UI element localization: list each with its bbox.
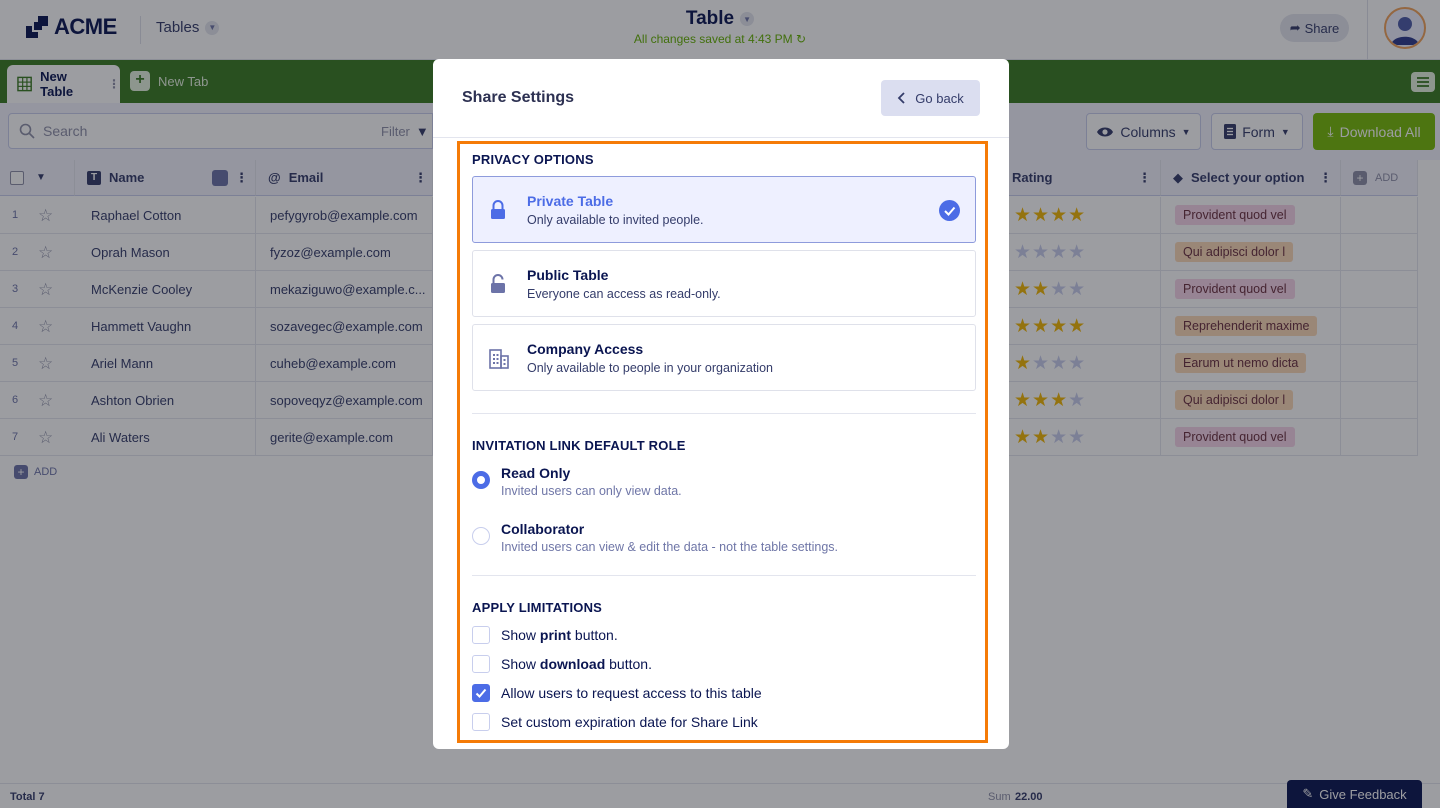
show-download-checkbox[interactable] xyxy=(472,655,490,673)
privacy-option-company-access[interactable]: Company Access Only available to people … xyxy=(472,324,976,391)
building-icon xyxy=(489,349,509,369)
section-divider xyxy=(472,575,976,576)
role-description: Invited users can view & edit the data -… xyxy=(501,540,838,554)
privacy-option-public-table[interactable]: Public Table Everyone can access as read… xyxy=(472,250,976,317)
apply-limitations-heading: APPLY LIMITATIONS xyxy=(472,600,603,615)
lock-icon xyxy=(491,200,505,219)
show-download-label[interactable]: Show download button. xyxy=(501,656,652,672)
custom-expiration-label[interactable]: Set custom expiration date for Share Lin… xyxy=(501,714,758,730)
modal-header: Share Settings Go back xyxy=(433,59,1009,138)
custom-expiration-checkbox[interactable] xyxy=(472,713,490,731)
privacy-options-heading: PRIVACY OPTIONS xyxy=(472,152,594,167)
read-only-radio[interactable] xyxy=(472,471,490,489)
share-settings-content: PRIVACY OPTIONS Private Table Only avail… xyxy=(457,141,988,743)
allow-request-access-label[interactable]: Allow users to request access to this ta… xyxy=(501,685,762,701)
option-description: Only available to invited people. xyxy=(527,213,704,227)
allow-request-access-checkbox[interactable] xyxy=(472,684,490,702)
chevron-left-icon xyxy=(898,92,905,104)
privacy-option-private-table[interactable]: Private Table Only available to invited … xyxy=(472,176,976,243)
show-print-label[interactable]: Show print button. xyxy=(501,627,618,643)
option-description: Everyone can access as read-only. xyxy=(527,287,721,301)
option-title: Public Table xyxy=(527,267,609,283)
role-title: Collaborator xyxy=(501,521,585,537)
section-divider xyxy=(472,413,976,414)
checkmark-icon xyxy=(939,200,960,221)
role-title: Read Only xyxy=(501,465,571,481)
share-settings-modal: Share Settings Go back PRIVACY OPTIONS P… xyxy=(433,59,1009,749)
show-print-checkbox[interactable] xyxy=(472,626,490,644)
option-title: Private Table xyxy=(527,193,614,209)
checkmark-icon xyxy=(475,688,487,698)
invitation-role-heading: INVITATION LINK DEFAULT ROLE xyxy=(472,438,686,453)
modal-title: Share Settings xyxy=(462,89,575,106)
unlock-icon xyxy=(491,274,505,293)
go-back-label: Go back xyxy=(915,90,964,106)
go-back-button[interactable]: Go back xyxy=(881,80,980,116)
role-description: Invited users can only view data. xyxy=(501,484,682,498)
option-description: Only available to people in your organiz… xyxy=(527,361,773,375)
collaborator-radio[interactable] xyxy=(472,527,490,545)
option-title: Company Access xyxy=(527,341,644,357)
